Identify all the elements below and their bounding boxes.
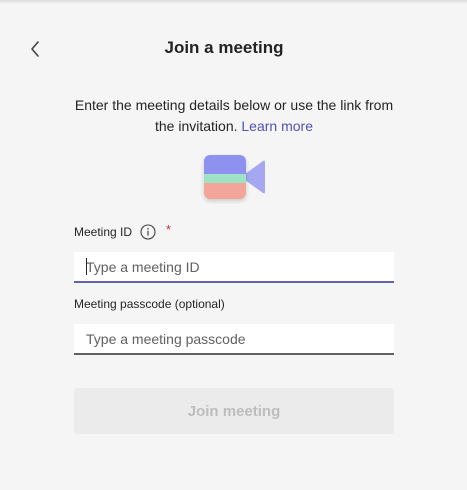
instructions-text: Enter the meeting details below or use t… bbox=[70, 95, 398, 137]
meeting-id-input[interactable] bbox=[74, 252, 394, 283]
required-marker: * bbox=[166, 221, 172, 237]
join-meeting-button[interactable]: Join meeting bbox=[74, 388, 394, 434]
video-camera-icon bbox=[199, 152, 269, 204]
passcode-label: Meeting passcode (optional) bbox=[74, 297, 225, 311]
learn-more-link[interactable]: Learn more bbox=[241, 118, 313, 134]
text-cursor bbox=[86, 258, 87, 275]
window-top-edge bbox=[0, 0, 467, 4]
instructions-body: Enter the meeting details below or use t… bbox=[74, 97, 394, 134]
meeting-id-label-row: Meeting ID * bbox=[74, 221, 172, 240]
meeting-id-label: Meeting ID bbox=[74, 225, 133, 239]
meeting-passcode-input[interactable] bbox=[74, 324, 394, 355]
info-icon[interactable] bbox=[140, 224, 156, 240]
page-title: Join a meeting bbox=[164, 38, 284, 57]
passcode-label-row: Meeting passcode (optional) bbox=[74, 297, 225, 311]
